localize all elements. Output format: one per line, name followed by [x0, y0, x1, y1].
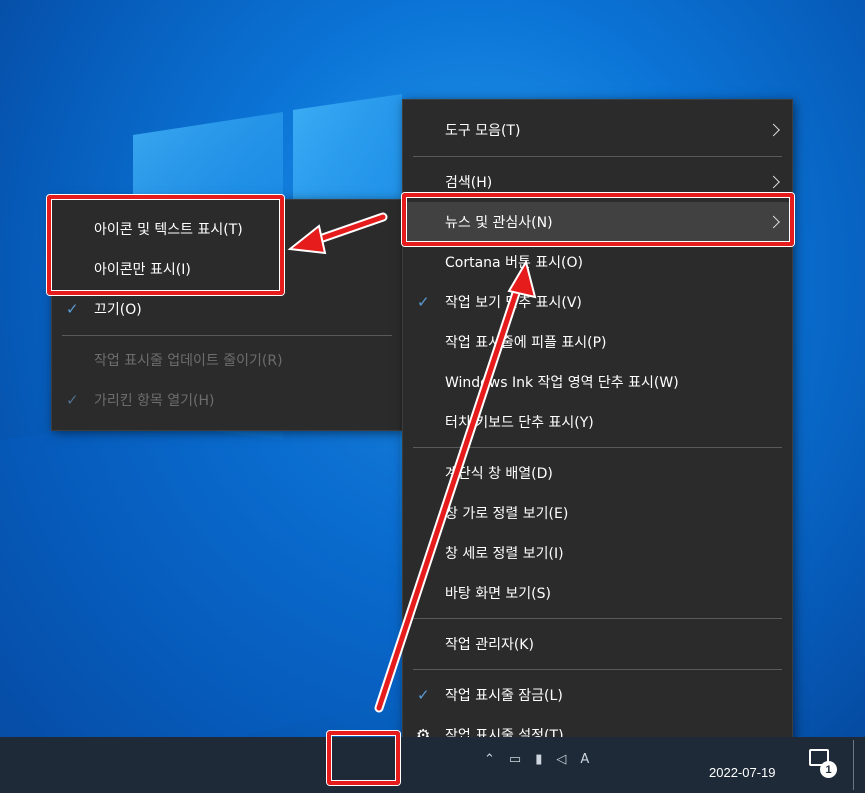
menu-item-people[interactable]: 작업 표시줄에 피플 표시(P) [403, 322, 792, 362]
submenu-item-off[interactable]: ✓ 끄기(O) [52, 289, 402, 329]
check-icon: ✓ [66, 391, 79, 409]
annotation-box-news-item [402, 193, 794, 246]
menu-item-cortana[interactable]: Cortana 버튼 표시(O) [403, 242, 792, 282]
submenu-item-label: 작업 표시줄 업데이트 줄이기(R) [94, 353, 283, 369]
chevron-right-icon [767, 175, 780, 189]
menu-separator [413, 447, 782, 448]
check-icon: ✓ [66, 300, 79, 318]
menu-item-stacked[interactable]: 창 가로 정렬 보기(E) [403, 493, 792, 533]
menu-item-task-view[interactable]: ✓ 작업 보기 단추 표시(V) [403, 282, 792, 322]
taskbar-clock-date[interactable]: 2022-07-19 [709, 765, 776, 780]
chevron-up-icon[interactable]: ⌃ [484, 752, 495, 767]
menu-item-label: 도구 모음(T) [445, 123, 521, 139]
menu-item-label: 작업 보기 단추 표시(V) [445, 295, 582, 311]
system-tray: ⌃ ▭ ▮ ◁ A [484, 752, 589, 767]
action-center-button[interactable]: 1 [806, 746, 837, 780]
menu-separator [413, 156, 782, 157]
menu-item-label: 터치 키보드 단추 표시(Y) [445, 415, 594, 431]
check-icon: ✓ [417, 686, 430, 704]
menu-item-lock-taskbar[interactable]: ✓ 작업 표시줄 잠금(L) [403, 675, 792, 715]
menu-separator [62, 335, 392, 336]
menu-item-label: Windows Ink 작업 영역 단추 표시(W) [445, 375, 679, 391]
submenu-item-label: 끄기(O) [94, 302, 142, 318]
submenu-item-label: 가리킨 항목 열기(H) [94, 393, 215, 409]
check-icon: ✓ [417, 293, 430, 311]
menu-item-cascade[interactable]: 계단식 창 배열(D) [403, 453, 792, 493]
volume-icon[interactable]: ◁ [556, 752, 566, 767]
menu-item-label: 계단식 창 배열(D) [445, 466, 553, 482]
chevron-right-icon [767, 123, 780, 137]
submenu-item-reduce-updates: 작업 표시줄 업데이트 줄이기(R) [52, 340, 402, 380]
menu-item-label: 창 세로 정렬 보기(I) [445, 546, 564, 562]
menu-item-touch-keyboard[interactable]: 터치 키보드 단추 표시(Y) [403, 402, 792, 442]
ime-icon[interactable]: A [580, 752, 589, 767]
menu-item-label: 창 가로 정렬 보기(E) [445, 506, 569, 522]
menu-item-label: 작업 관리자(K) [445, 637, 534, 653]
annotation-box-submenu-options [47, 195, 284, 295]
menu-item-task-manager[interactable]: 작업 관리자(K) [403, 624, 792, 664]
menu-item-windows-ink[interactable]: Windows Ink 작업 영역 단추 표시(W) [403, 362, 792, 402]
battery-icon[interactable]: ▮ [535, 752, 542, 767]
menu-item-label: 작업 표시줄에 피플 표시(P) [445, 335, 607, 351]
menu-separator [413, 618, 782, 619]
menu-item-label: Cortana 버튼 표시(O) [445, 255, 583, 271]
annotation-box-taskbar-area [327, 731, 400, 785]
menu-separator [413, 669, 782, 670]
menu-item-toolbars[interactable]: 도구 모음(T) [403, 110, 792, 150]
submenu-item-open-on-hover: ✓ 가리킨 항목 열기(H) [52, 380, 402, 420]
notification-badge: 1 [820, 761, 837, 778]
menu-item-show-desktop[interactable]: 바탕 화면 보기(S) [403, 573, 792, 613]
show-desktop-divider [853, 740, 854, 790]
menu-item-label: 작업 표시줄 잠금(L) [445, 688, 563, 704]
menu-item-label: 검색(H) [445, 175, 493, 191]
network-icon[interactable]: ▭ [509, 752, 521, 767]
menu-item-label: 바탕 화면 보기(S) [445, 586, 551, 602]
menu-item-side-by-side[interactable]: 창 세로 정렬 보기(I) [403, 533, 792, 573]
